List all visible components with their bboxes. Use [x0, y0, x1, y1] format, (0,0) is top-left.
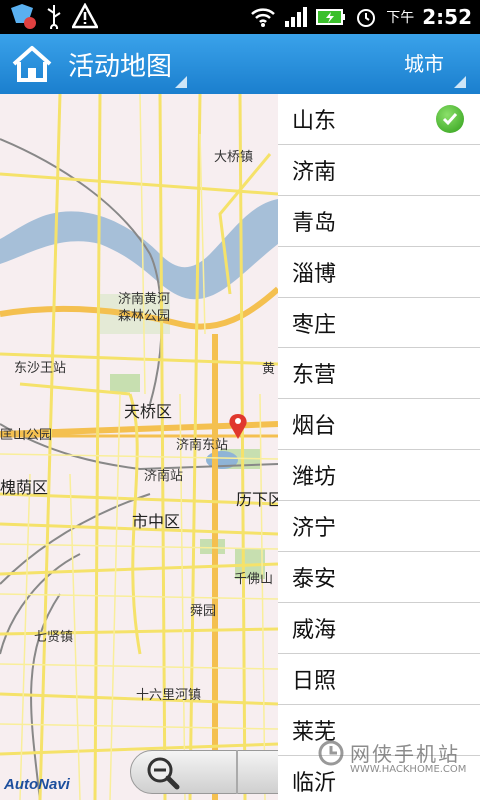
home-button[interactable]: [10, 44, 54, 84]
city-item-dongying[interactable]: 东营: [278, 348, 480, 400]
city-item-shandong[interactable]: 山东: [278, 94, 480, 145]
watermark-logo-icon: [318, 740, 344, 765]
city-dropdown-indicator: [454, 76, 466, 88]
zoom-divider: [236, 750, 238, 794]
city-item-rizhao[interactable]: 日照: [278, 654, 480, 705]
warning-icon: [72, 3, 98, 29]
battery-icon: [316, 9, 346, 25]
notification-app-icon: [11, 4, 36, 29]
watermark-text: 网侠手机站: [350, 742, 460, 766]
map-label: 槐荫区: [0, 478, 49, 497]
alarm-icon: [357, 9, 376, 27]
city-item-weihai[interactable]: 威海: [278, 603, 480, 654]
wifi-icon: [251, 8, 276, 27]
usb-icon: [47, 5, 61, 29]
city-label: 日照: [292, 668, 337, 694]
page-title[interactable]: 活动地图: [68, 46, 172, 83]
city-label: 潍坊: [292, 465, 337, 491]
city-label: 枣庄: [292, 312, 337, 338]
city-label: 烟台: [292, 414, 337, 440]
map-label: 济南东站: [176, 438, 229, 453]
city-label: 威海: [292, 617, 337, 643]
status-ampm: 下午: [386, 10, 415, 26]
city-button[interactable]: 城市: [404, 48, 444, 77]
status-bar: 下午 2:52: [0, 0, 480, 34]
autonavi-logo: AutoNavi: [4, 776, 70, 793]
city-label: 济宁: [292, 516, 337, 542]
city-label: 山东: [292, 108, 337, 134]
title-dropdown-indicator: [175, 76, 187, 88]
home-icon: [12, 46, 52, 82]
city-label: 济南: [292, 159, 337, 185]
city-item-jining[interactable]: 济宁: [278, 501, 480, 553]
watermark-url: WWW.HACKHOME.COM: [350, 764, 467, 775]
title-bar: 活动地图 城市: [0, 34, 480, 94]
city-label: 泰安: [292, 566, 337, 592]
map-label: 大桥镇: [214, 150, 254, 165]
city-item-taian[interactable]: 泰安: [278, 552, 480, 603]
map-label: 十六里河镇: [136, 688, 202, 703]
map-label: 东沙王站: [14, 361, 67, 376]
check-icon: [436, 105, 464, 133]
city-item-qingdao[interactable]: 青岛: [278, 196, 480, 247]
zoom-out-icon: [147, 757, 180, 790]
city-item-zaozhuang[interactable]: 枣庄: [278, 298, 480, 349]
map-label: 市中区: [132, 512, 181, 531]
map-label: 森林公园: [118, 309, 171, 324]
map-label: 舜园: [190, 604, 217, 619]
watermark: 网侠手机站 WWW.HACKHOME.COM: [318, 738, 466, 775]
map-label: 七贤镇: [34, 630, 74, 645]
city-label: 青岛: [292, 210, 337, 236]
signal-icon: [285, 7, 308, 27]
city-list[interactable]: 山东 济南 青岛 淄博 枣庄 东营 烟台 潍坊 济宁 泰安 威海 日照 莱芜 临…: [278, 94, 480, 800]
zoom-out-button[interactable]: [130, 750, 280, 794]
map-label: 济南站: [144, 469, 184, 484]
city-label: 东营: [292, 363, 337, 389]
city-item-yantai[interactable]: 烟台: [278, 399, 480, 451]
city-item-zibo[interactable]: 淄博: [278, 247, 480, 298]
status-time: 2:52: [422, 5, 472, 29]
map-label: 天桥区: [124, 402, 173, 421]
map-label: 历下区: [236, 490, 285, 509]
map-label: 匡山公园: [0, 428, 53, 443]
city-item-weifang[interactable]: 潍坊: [278, 450, 480, 502]
map-label: 千佛山: [234, 572, 274, 587]
city-item-jinan[interactable]: 济南: [278, 145, 480, 196]
map-label: 黄: [262, 362, 276, 377]
city-label: 淄博: [292, 261, 337, 287]
city-label: 临沂: [292, 770, 337, 796]
